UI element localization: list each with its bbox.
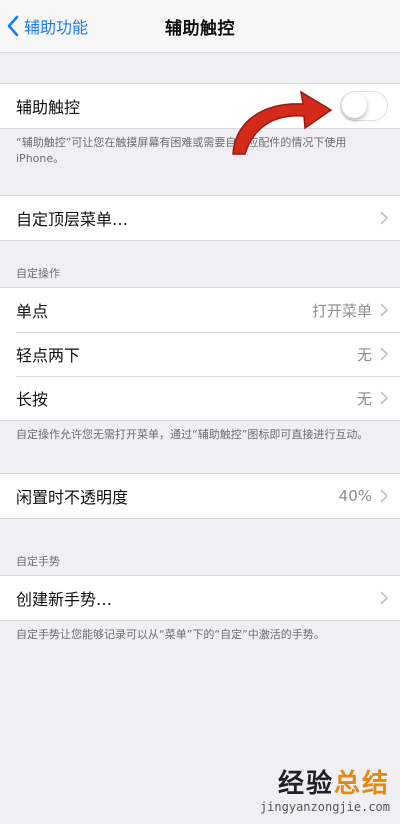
assistive-touch-footer: “辅助触控”可让您在触摸屏幕有困难或需要自适应配件的情况下使用 iPhone。	[16, 136, 347, 165]
watermark: 经验总结 jingyanzongjie.com	[260, 763, 390, 814]
create-new-gesture-row[interactable]: 创建新手势…	[0, 576, 400, 620]
top-menu-group: 自定顶层菜单…	[0, 195, 400, 241]
watermark-title-a: 经验	[277, 769, 334, 799]
customize-top-menu-row[interactable]: 自定顶层菜单…	[0, 196, 400, 240]
double-tap-value: 无	[356, 345, 372, 364]
custom-gestures-group: 创建新手势…	[0, 575, 400, 621]
chevron-right-icon	[380, 391, 388, 405]
page-title: 辅助触控	[165, 18, 235, 39]
custom-gestures-footer: 自定手势让您能够记录可以从“菜单”下的“自定”中激活的手势。	[16, 628, 325, 641]
idle-opacity-value: 40%	[338, 487, 372, 505]
assistive-touch-row: 辅助触控	[0, 84, 400, 128]
chevron-right-icon	[380, 489, 388, 503]
long-press-label: 长按	[16, 390, 49, 409]
red-arrow-icon	[232, 90, 333, 155]
watermark-title: 经验总结	[260, 763, 390, 800]
custom-actions-group: 单点 打开菜单 轻点两下 无 长按 无	[0, 287, 400, 421]
chevron-right-icon	[380, 303, 388, 317]
watermark-title-b: 总结	[333, 769, 390, 799]
long-press-row[interactable]: 长按 无	[0, 376, 400, 420]
customize-top-menu-label: 自定顶层菜单…	[16, 210, 129, 229]
custom-actions-footer: 自定操作允许您无需打开菜单，通过“辅助触控”图标即可直接进行互动。	[16, 428, 369, 441]
chevron-right-icon	[380, 211, 388, 225]
idle-opacity-group: 闲置时不透明度 40%	[0, 473, 400, 519]
double-tap-row[interactable]: 轻点两下 无	[0, 332, 400, 376]
single-tap-row[interactable]: 单点 打开菜单	[0, 288, 400, 332]
create-new-gesture-label: 创建新手势…	[16, 590, 113, 609]
chevron-right-icon	[380, 347, 388, 361]
custom-actions-header: 自定操作	[16, 267, 60, 280]
idle-opacity-row[interactable]: 闲置时不透明度 40%	[0, 474, 400, 518]
assistive-touch-group: 辅助触控	[0, 83, 400, 129]
navigation-bar: 辅助功能 辅助触控	[0, 0, 400, 53]
custom-gestures-header: 自定手势	[16, 555, 60, 568]
toggle-knob	[342, 93, 367, 118]
single-tap-label: 单点	[16, 302, 49, 321]
long-press-value: 无	[356, 389, 372, 408]
double-tap-label: 轻点两下	[16, 346, 81, 365]
idle-opacity-label: 闲置时不透明度	[16, 488, 129, 507]
single-tap-value: 打开菜单	[311, 301, 372, 320]
assistive-touch-toggle[interactable]	[340, 91, 388, 121]
chevron-right-icon	[380, 591, 388, 605]
watermark-url: jingyanzongjie.com	[259, 800, 390, 814]
